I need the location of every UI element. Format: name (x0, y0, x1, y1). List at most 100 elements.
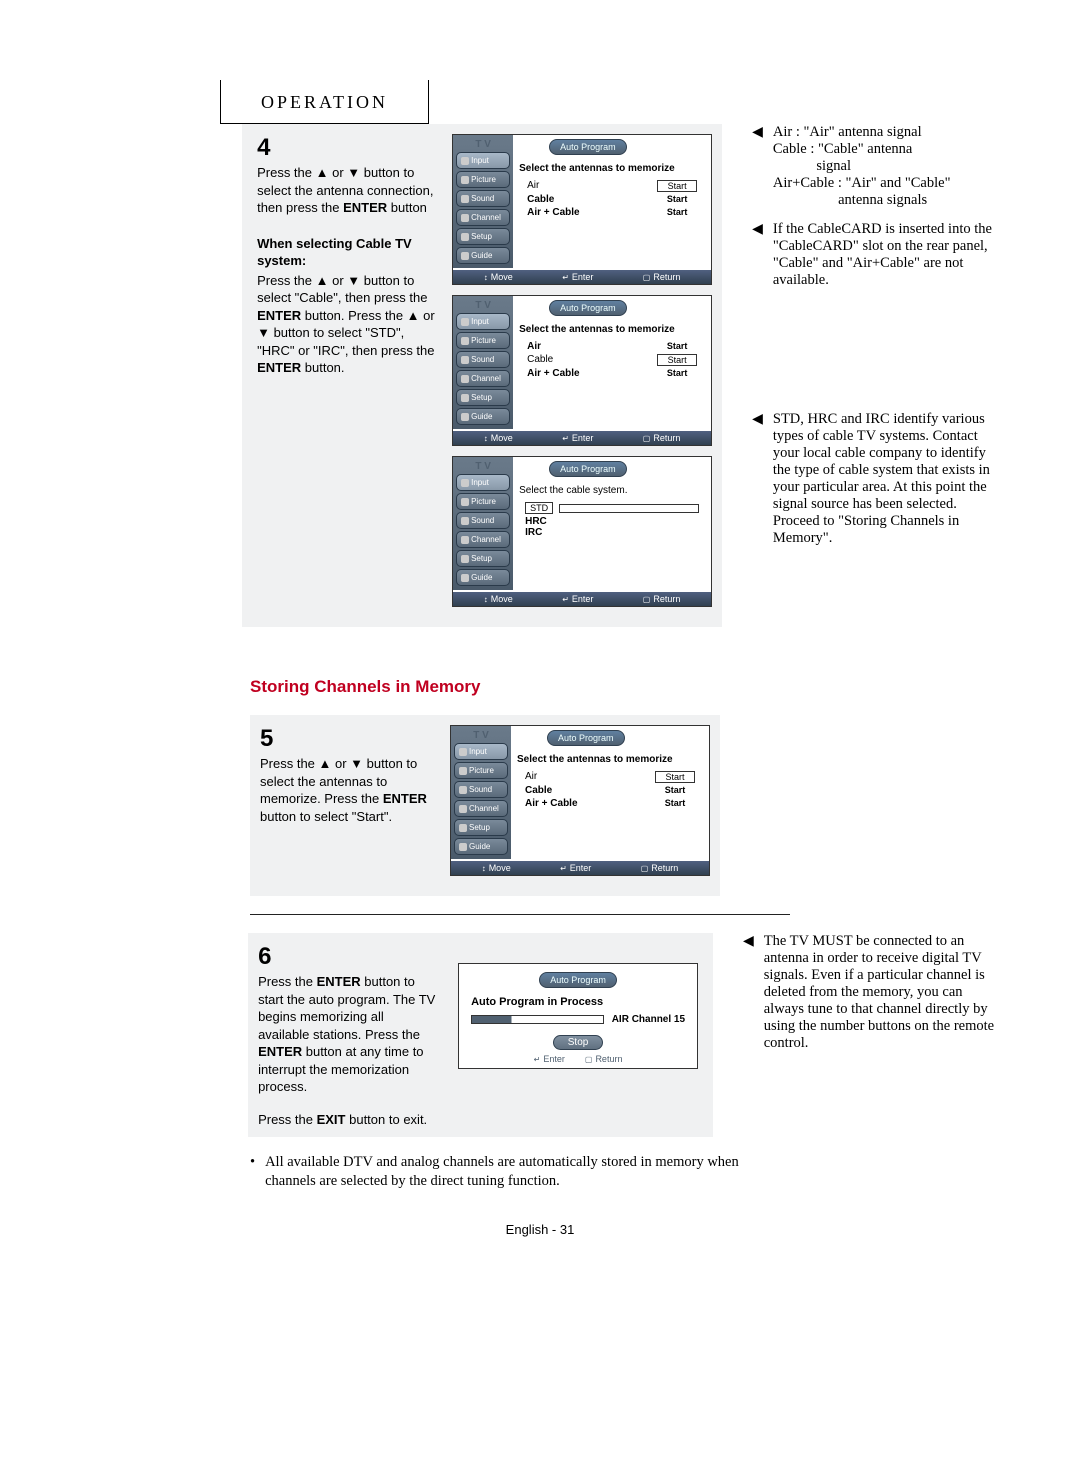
picture-icon (459, 767, 467, 775)
tv-label-b: T V (453, 300, 513, 311)
note-antenna-types: Air : "Air" antenna signal Cable : "Cabl… (773, 124, 951, 209)
row-air: Air (527, 180, 657, 192)
channel-icon (461, 375, 469, 383)
channel-icon (461, 536, 469, 544)
irc-option: IRC (519, 527, 705, 538)
return-icon: ▢ (643, 434, 651, 443)
note-std-hrc-irc: STD, HRC and IRC identify various types … (773, 411, 1000, 547)
tab-guide-d: Guide (454, 838, 508, 855)
header-text: OPERATION (261, 92, 388, 112)
dtv-storage-note: All available DTV and analog channels ar… (265, 1153, 775, 1192)
step-6-number: 6 (258, 943, 438, 971)
step-4-text: Press the ▲ or ▼ button to select the an… (257, 164, 442, 217)
menu-footer-c: ↕Move ↵Enter ▢Return (453, 592, 711, 606)
row-air-b: Air (527, 341, 657, 352)
setup-icon (461, 233, 469, 241)
row-cable-d: Cable (525, 785, 655, 796)
note-arrow-icon: ◀ (752, 124, 763, 141)
progress-footer: ↵Enter ▢Return (467, 1054, 689, 1064)
menu-instruction-c: Select the cable system. (519, 485, 705, 496)
input-icon (459, 748, 467, 756)
guide-icon (461, 413, 469, 421)
menu-screenshot-d: T V Input Picture Sound Channel Setup Gu… (450, 725, 710, 876)
tab-picture-c: Picture (456, 493, 510, 510)
menu-banner: Auto Program (549, 139, 627, 155)
row-aircable-b: Air + Cable (527, 368, 657, 379)
channel-icon (459, 805, 467, 813)
tab-input-b: Input (456, 313, 510, 330)
stop-button: Stop (553, 1035, 604, 1050)
enter-icon: ↵ (562, 273, 569, 282)
sound-icon (461, 356, 469, 364)
progress-channel: AIR Channel 15 (612, 1014, 685, 1025)
tv-label-c: T V (453, 461, 513, 472)
tab-setup-c: Setup (456, 550, 510, 567)
menu-instruction-d: Select the antennas to memorize (517, 754, 703, 765)
enter-icon: ↵ (562, 434, 569, 443)
menu-instruction-b: Select the antennas to memorize (519, 324, 705, 335)
start-air-b: Start (657, 341, 697, 352)
progress-bar (471, 1015, 604, 1024)
menu-footer: ↕Move ↵Enter ▢Return (453, 270, 711, 284)
tab-channel-c: Channel (456, 531, 510, 548)
tab-picture-b: Picture (456, 332, 510, 349)
menu-screenshot-c: T V Input Picture Sound Channel Setup Gu… (452, 456, 712, 607)
storing-channels-title: Storing Channels in Memory (250, 677, 1000, 697)
return-icon: ▢ (643, 273, 651, 282)
row-cable-b: Cable (527, 354, 657, 366)
tab-picture: Picture (456, 171, 510, 188)
tv-label-d: T V (451, 730, 511, 741)
menu-tabs-d: T V Input Picture Sound Channel Setup Gu… (451, 726, 511, 859)
picture-icon (461, 176, 469, 184)
enter-icon: ↵ (534, 1055, 541, 1064)
menu-footer-b: ↕Move ↵Enter ▢Return (453, 431, 711, 445)
note-arrow-icon: ◀ (752, 411, 763, 428)
return-icon: ▢ (585, 1055, 593, 1064)
menu-tabs-b: T V Input Picture Sound Channel Setup Gu… (453, 296, 513, 429)
setup-icon (461, 555, 469, 563)
sound-icon (461, 517, 469, 525)
tab-input-d: Input (454, 743, 508, 760)
step-6-text: Press the ENTER button to start the auto… (258, 973, 438, 1096)
cable-system-text: Press the ▲ or ▼ button to select "Cable… (257, 272, 442, 377)
menu-instruction: Select the antennas to memorize (519, 163, 705, 174)
sound-icon (461, 195, 469, 203)
menu-screenshot-b: T V Input Picture Sound Channel Setup Gu… (452, 295, 712, 446)
hrc-option: HRC (519, 516, 705, 527)
menu-tabs: T V Input Picture Sound Channel Setup Gu… (453, 135, 513, 268)
guide-icon (459, 843, 467, 851)
enter-icon: ↵ (562, 595, 569, 604)
note-arrow-icon: ◀ (752, 221, 763, 238)
menu-banner-c: Auto Program (549, 461, 627, 477)
note-cablecard: If the CableCARD is inserted into the "C… (773, 221, 1000, 289)
tab-setup-d: Setup (454, 819, 508, 836)
tab-sound: Sound (456, 190, 510, 207)
start-cable-b: Start (657, 354, 697, 366)
setup-icon (461, 394, 469, 402)
start-aircable-b: Start (657, 368, 697, 379)
tab-sound-d: Sound (454, 781, 508, 798)
menu-tabs-c: T V Input Picture Sound Channel Setup Gu… (453, 457, 513, 590)
step-5-number: 5 (260, 725, 440, 753)
move-icon: ↕ (482, 864, 486, 873)
return-icon: ▢ (643, 595, 651, 604)
step-5-text: Press the ▲ or ▼ button to select the an… (260, 755, 440, 825)
tab-input-c: Input (456, 474, 510, 491)
exit-note: Press the EXIT button to exit. (258, 1112, 438, 1127)
move-icon: ↕ (484, 273, 488, 282)
section-header: OPERATION (220, 80, 429, 124)
tab-channel-d: Channel (454, 800, 508, 817)
sound-icon (459, 786, 467, 794)
cable-bar (559, 504, 699, 513)
tab-setup: Setup (456, 228, 510, 245)
page-number: English - 31 (80, 1222, 1000, 1237)
picture-icon (461, 498, 469, 506)
row-air-d: Air (525, 771, 655, 783)
tab-guide: Guide (456, 247, 510, 264)
input-icon (461, 318, 469, 326)
tab-guide-b: Guide (456, 408, 510, 425)
row-aircable: Air + Cable (527, 207, 657, 218)
cable-system-title: When selecting Cable TV system: (257, 235, 442, 270)
separator (250, 914, 790, 915)
note-arrow-icon: ◀ (743, 933, 754, 950)
